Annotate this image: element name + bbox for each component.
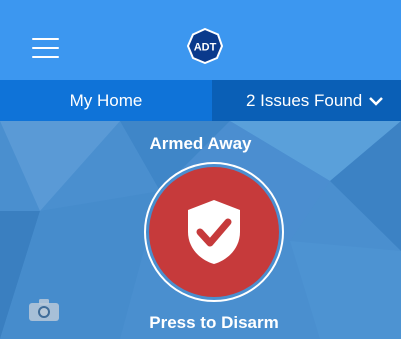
shield-check-icon xyxy=(188,200,240,264)
camera-icon[interactable] xyxy=(28,296,60,322)
arm-status-label: Armed Away xyxy=(149,134,252,153)
disarm-button[interactable] xyxy=(144,162,284,302)
chevron-down-icon xyxy=(369,96,384,106)
svg-text:ADT: ADT xyxy=(194,42,217,54)
disarm-label: Press to Disarm xyxy=(149,313,279,332)
issues-dropdown[interactable]: 2 Issues Found xyxy=(212,80,401,121)
status-subbar: My Home 2 Issues Found xyxy=(0,80,401,121)
adt-app-screen: ADT My Home 2 Issues Found Armed Away Pr… xyxy=(0,0,401,339)
location-selector[interactable]: My Home xyxy=(0,80,212,121)
hamburger-menu-icon[interactable] xyxy=(32,38,59,58)
location-label: My Home xyxy=(69,90,143,110)
issues-label: 2 Issues Found xyxy=(246,90,363,110)
adt-logo: ADT xyxy=(187,28,223,64)
app-header: ADT xyxy=(0,0,401,80)
disarm-button-core xyxy=(149,167,279,297)
